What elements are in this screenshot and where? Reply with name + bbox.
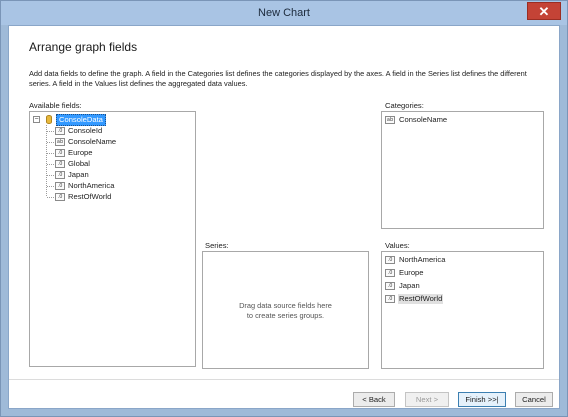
available-fields-tree[interactable]: − ConsoleData .0 ConsoleId ab ConsoleNam… <box>29 111 196 367</box>
tree-branch <box>47 142 54 143</box>
tree-branch <box>47 186 54 187</box>
numeric-field-icon: .0 <box>55 193 65 201</box>
tree-item-label: NorthAmerica <box>68 181 115 190</box>
numeric-field-icon: .0 <box>55 160 65 168</box>
list-item-label: RestOfWorld <box>398 294 444 304</box>
text-field-icon: ab <box>385 116 395 124</box>
numeric-field-icon: .0 <box>55 127 65 135</box>
page-heading: Arrange graph fields <box>29 40 138 54</box>
collapse-icon[interactable]: − <box>33 116 40 123</box>
page-description: Add data fields to define the graph. A f… <box>29 69 527 88</box>
numeric-field-icon: .0 <box>385 269 395 277</box>
footer-divider <box>9 379 559 380</box>
tree-branch <box>47 175 54 176</box>
next-button[interactable]: Next > <box>405 392 449 407</box>
list-item-label: NorthAmerica <box>399 255 446 264</box>
title-bar: New Chart ✕ <box>1 1 567 25</box>
series-placeholder: Drag data source fields here to create s… <box>203 301 368 321</box>
tree-item-label: ConsoleId <box>68 126 103 135</box>
tree-item-label: Europe <box>68 148 93 157</box>
tree-item-label: Japan <box>68 170 89 179</box>
dialog-content: Arrange graph fields Add data fields to … <box>8 25 560 409</box>
categories-list[interactable]: ab ConsoleName <box>381 111 544 229</box>
database-icon <box>46 115 52 124</box>
numeric-field-icon: .0 <box>55 171 65 179</box>
list-item-label: Japan <box>399 281 420 290</box>
new-chart-dialog: New Chart ✕ Arrange graph fields Add dat… <box>0 0 568 417</box>
tree-item-label: RestOfWorld <box>68 192 112 201</box>
numeric-field-icon: .0 <box>55 149 65 157</box>
numeric-field-icon: .0 <box>385 282 395 290</box>
tree-root-label[interactable]: ConsoleData <box>56 114 106 126</box>
back-button[interactable]: < Back <box>353 392 395 407</box>
numeric-field-icon: .0 <box>55 182 65 190</box>
numeric-field-icon: .0 <box>385 295 395 303</box>
tree-branch <box>47 197 54 198</box>
values-list[interactable]: .0 NorthAmerica .0 Europe .0 Japan .0 Re… <box>381 251 544 369</box>
tree-item-label: Global <box>68 159 90 168</box>
categories-label: Categories: <box>385 101 424 110</box>
series-placeholder-line2: to create series groups. <box>246 311 325 320</box>
text-field-icon: ab <box>55 138 65 146</box>
values-label: Values: <box>385 241 410 250</box>
numeric-field-icon: .0 <box>385 256 395 264</box>
tree-item-label: ConsoleName <box>68 137 117 146</box>
tree-branch <box>47 153 54 154</box>
list-item-label: Europe <box>399 268 424 277</box>
close-button[interactable]: ✕ <box>527 2 561 20</box>
list-item-label: ConsoleName <box>399 115 448 124</box>
available-fields-label: Available fields: <box>29 101 82 110</box>
tree-branch <box>47 131 54 132</box>
window-title: New Chart <box>258 7 310 19</box>
cancel-button[interactable]: Cancel <box>515 392 553 407</box>
series-label: Series: <box>205 241 229 250</box>
series-drop-area[interactable]: Drag data source fields here to create s… <box>202 251 369 369</box>
finish-button[interactable]: Finish >>| <box>458 392 506 407</box>
series-placeholder-line1: Drag data source fields here <box>239 301 332 310</box>
tree-branch <box>47 164 54 165</box>
